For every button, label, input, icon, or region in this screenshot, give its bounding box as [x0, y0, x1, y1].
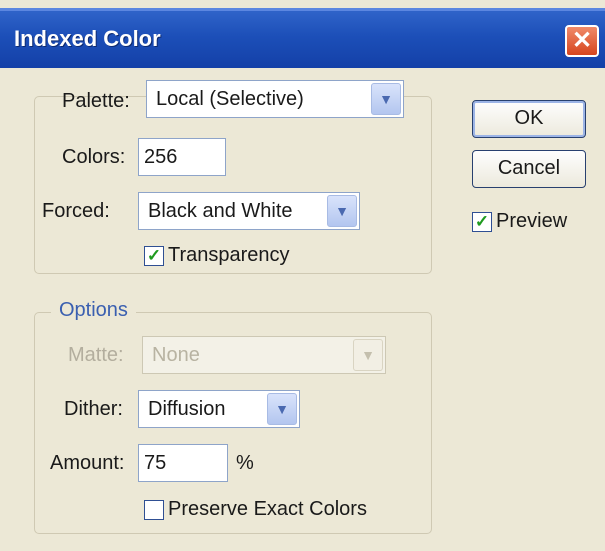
check-icon: ✓: [472, 211, 492, 232]
indexed-color-dialog: Indexed Color ✕ Palette: Local (Selectiv…: [0, 0, 605, 551]
preserve-exact-colors-checkbox[interactable]: Preserve Exact Colors: [144, 498, 367, 521]
checkbox-empty-icon: [144, 499, 164, 520]
dialog-body: Palette: Local (Selective) ▼ Colors: 256…: [10, 68, 600, 546]
chevron-down-icon[interactable]: ▼: [371, 83, 401, 115]
chevron-down-icon: ▼: [353, 339, 383, 371]
colors-label: Colors:: [62, 146, 126, 168]
matte-label: Matte:: [68, 344, 124, 366]
matte-value: None: [152, 344, 200, 366]
title-bar[interactable]: Indexed Color ✕: [0, 8, 605, 68]
preview-label: Preview: [496, 210, 568, 232]
forced-label: Forced:: [42, 200, 110, 222]
forced-select[interactable]: Black and White ▼: [138, 192, 360, 230]
preserve-exact-colors-label: Preserve Exact Colors: [168, 498, 367, 520]
cancel-button[interactable]: Cancel: [472, 150, 586, 188]
close-icon: ✕: [571, 27, 593, 54]
colors-field[interactable]: 256: [138, 138, 226, 176]
transparency-label: Transparency: [168, 244, 290, 266]
amount-field[interactable]: 75: [138, 444, 228, 482]
dither-label: Dither:: [64, 398, 123, 420]
amount-label: Amount:: [50, 452, 125, 474]
colors-value: 256: [144, 146, 178, 168]
dialog-title: Indexed Color: [14, 26, 161, 51]
chevron-down-icon[interactable]: ▼: [267, 393, 297, 425]
transparency-checkbox[interactable]: ✓ Transparency: [144, 244, 290, 267]
dither-select[interactable]: Diffusion ▼: [138, 390, 300, 428]
matte-select: None ▼: [142, 336, 386, 374]
dither-value: Diffusion: [148, 398, 226, 420]
chevron-down-icon[interactable]: ▼: [327, 195, 357, 227]
check-icon: ✓: [144, 245, 164, 266]
palette-select[interactable]: Local (Selective) ▼: [146, 80, 404, 118]
ok-button[interactable]: OK: [472, 100, 586, 138]
options-legend: Options: [51, 299, 136, 322]
forced-value: Black and White: [148, 200, 293, 222]
palette-label: Palette:: [62, 90, 130, 112]
amount-value: 75: [144, 452, 167, 474]
preview-checkbox[interactable]: ✓ Preview: [472, 210, 567, 233]
percent-unit: %: [236, 452, 254, 474]
close-button[interactable]: ✕: [565, 25, 599, 57]
palette-value: Local (Selective): [156, 88, 304, 110]
